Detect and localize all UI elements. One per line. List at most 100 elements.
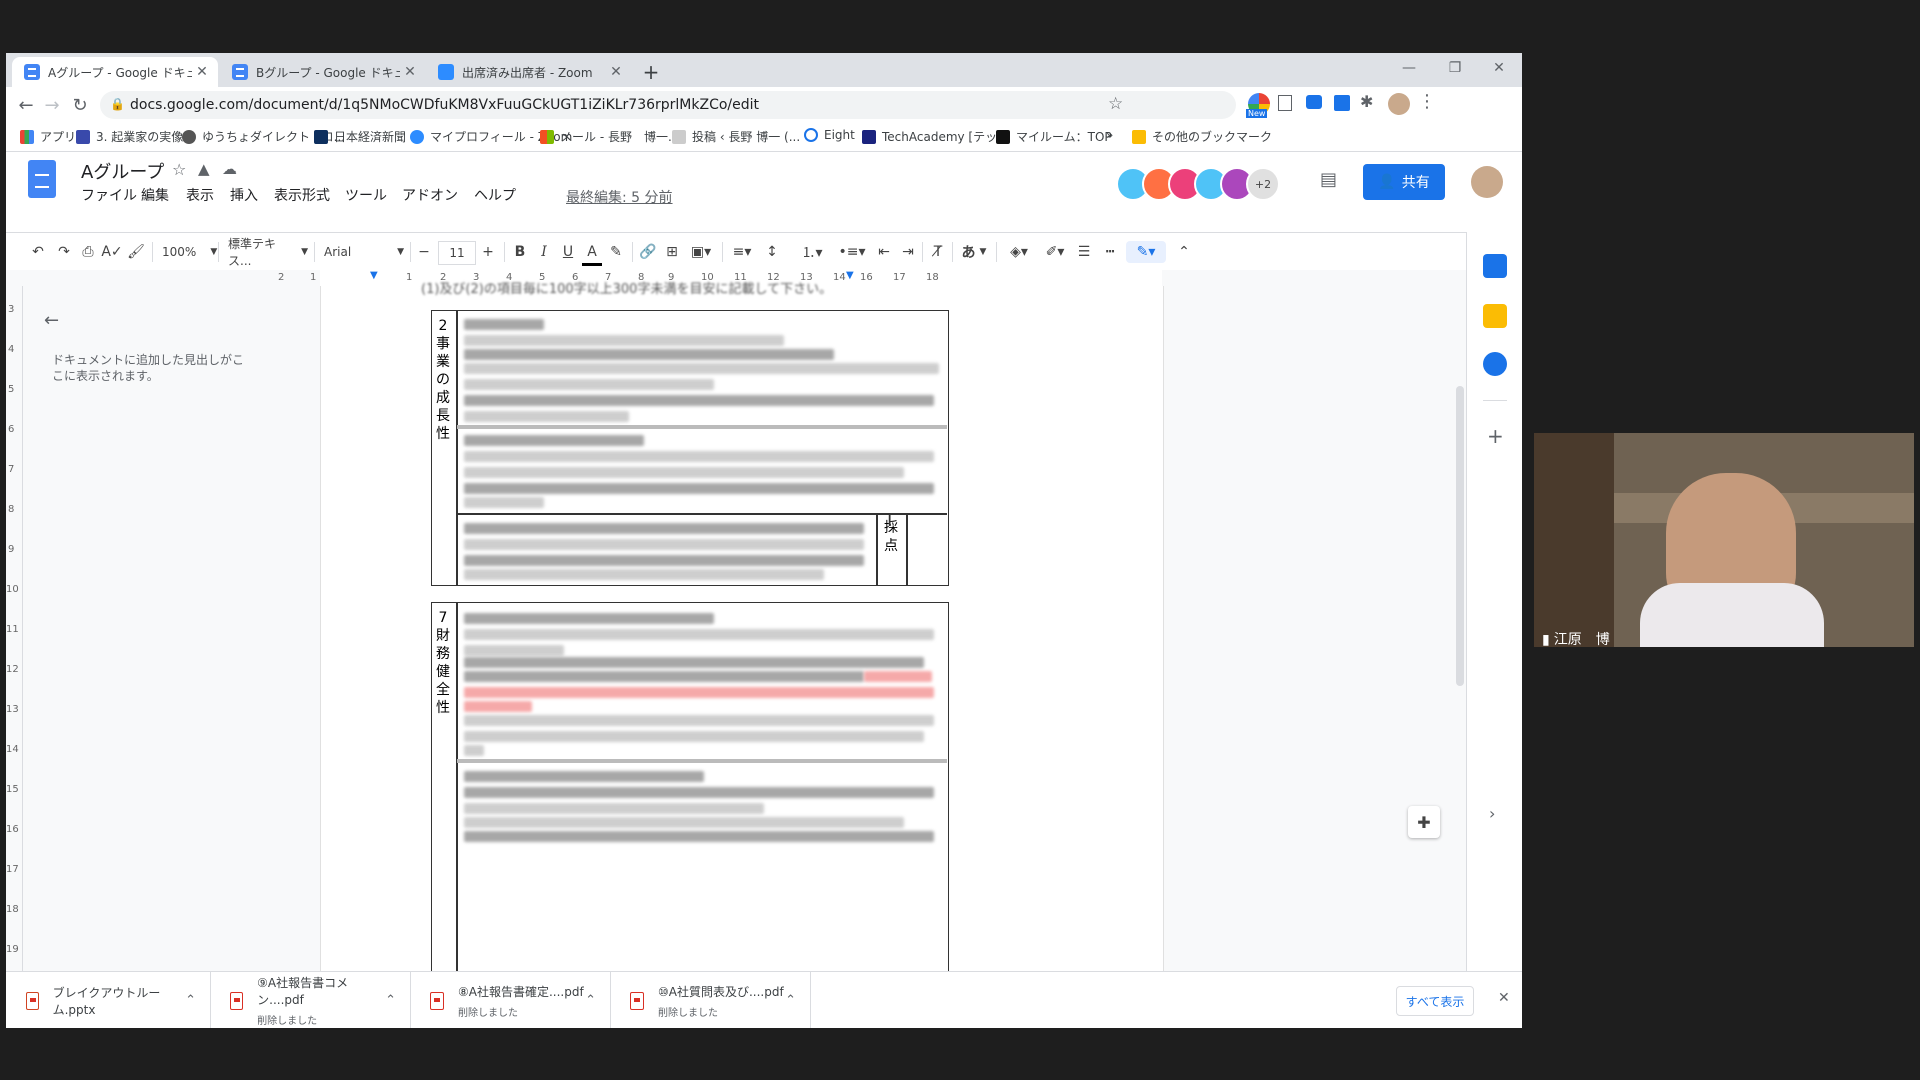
right-indent-marker[interactable]: ▼ — [846, 270, 854, 281]
menu-format[interactable]: 表示形式 — [274, 185, 330, 205]
border-dash-icon[interactable]: ┅ — [1100, 241, 1120, 263]
print-icon[interactable]: ⎙ — [78, 241, 98, 263]
star-icon[interactable]: ☆ — [1108, 94, 1123, 114]
profile-avatar[interactable] — [1388, 93, 1410, 115]
puzzle-icon[interactable]: ✱ — [1360, 92, 1373, 111]
tab-agroup-doc[interactable]: Aグループ - Google ドキュメント ✕ — [12, 57, 218, 87]
docs-logo-icon[interactable] — [28, 160, 56, 198]
italic-icon[interactable]: I — [534, 241, 554, 263]
close-icon[interactable]: ✕ — [606, 64, 626, 80]
close-icon[interactable]: ✕ — [192, 64, 212, 80]
show-all-button[interactable]: すべて表示 — [1396, 986, 1474, 1016]
chevron-up-icon[interactable]: ⌃ — [585, 993, 596, 1008]
comment-icon[interactable]: ▤ — [1320, 169, 1337, 190]
bulleted-list-icon[interactable]: •≡▾ — [836, 241, 868, 263]
bookmark-item[interactable]: TechAcademy [テッ... — [862, 128, 1009, 145]
menu-tools[interactable]: ツール — [345, 185, 387, 205]
chevron-up-icon[interactable]: ⌃ — [185, 993, 196, 1008]
border-width-icon[interactable]: ☰ — [1074, 241, 1094, 263]
redo-icon[interactable]: ↷ — [54, 241, 74, 263]
align-icon[interactable]: ≡▾ — [728, 241, 756, 263]
reader-extension-icon[interactable] — [1278, 95, 1292, 111]
new-tab-button[interactable]: + — [636, 57, 666, 87]
increase-indent-icon[interactable]: ⇥ — [898, 241, 918, 263]
other-bookmarks[interactable]: その他のブックマーク — [1132, 128, 1272, 145]
bookmark-apps[interactable]: アプリ — [20, 128, 76, 145]
highlight-icon[interactable]: ✎ — [606, 241, 626, 263]
download-item[interactable]: ブレイクアウトルーム.pptx ⌃ — [6, 972, 211, 1028]
download-item[interactable]: ⑨A社報告書コメン....pdf 削除しました ⌃ — [210, 972, 411, 1028]
tab-zoom[interactable]: 出席済み出席者 - Zoom ✕ — [426, 57, 632, 87]
participant-video[interactable]: ▮ 江原 博 — [1534, 433, 1914, 647]
increase-font-button[interactable]: + — [478, 241, 498, 263]
url-text[interactable]: docs.google.com/document/d/1q5NMoCWDfuKM… — [130, 97, 759, 113]
undo-icon[interactable]: ↶ — [28, 241, 48, 263]
insert-image-icon[interactable]: ▣▾ — [686, 241, 716, 263]
add-comment-icon[interactable]: ⊞ — [662, 241, 682, 263]
editing-mode-button[interactable]: ✎▾ — [1126, 241, 1166, 263]
underline-icon[interactable]: U — [558, 241, 578, 263]
zoom-select[interactable]: 100% ▼ — [162, 241, 217, 263]
bookmark-item[interactable]: メール - 長野 博一... — [540, 128, 679, 145]
last-edit-link[interactable]: 最終編集: 5 分前 — [566, 187, 673, 207]
cloud-icon[interactable]: ☁ — [222, 160, 237, 178]
expand-panel-icon[interactable]: › — [1489, 804, 1495, 823]
menu-edit[interactable]: 編集 — [141, 185, 169, 205]
bookmark-item[interactable]: 3. 起業家の実像 — [76, 128, 183, 145]
forward-button[interactable]: → — [40, 93, 64, 117]
numbered-list-icon[interactable]: ⒈▾ — [796, 241, 828, 263]
restore-button[interactable]: ❐ — [1432, 53, 1478, 83]
clear-formatting-icon[interactable]: T̸ — [928, 241, 948, 263]
spellcheck-icon[interactable]: A✓ — [101, 241, 122, 263]
close-icon[interactable]: ✕ — [400, 64, 420, 80]
left-indent-marker[interactable]: ▼ — [370, 270, 378, 281]
line-spacing-icon[interactable]: ↕ — [762, 241, 782, 263]
font-size-input[interactable]: 11 — [438, 241, 476, 265]
omnibox[interactable]: 🔒 docs.google.com/document/d/1q5NMoCWDfu… — [100, 91, 1236, 119]
score-cell[interactable] — [905, 564, 947, 585]
outlook-extension-icon[interactable] — [1306, 95, 1322, 109]
download-item[interactable]: ⑧A社報告書確定....pdf 削除しました ⌃ — [410, 972, 611, 1028]
tab-bgroup-doc[interactable]: Bグループ - Google ドキュメント ✕ — [220, 57, 426, 87]
font-select[interactable]: Arial ▼ — [324, 241, 404, 263]
tasks-icon[interactable] — [1483, 352, 1507, 376]
border-color-icon[interactable]: ✐▾ — [1040, 241, 1070, 263]
download-item[interactable]: ⑩A社質問表及び....pdf 削除しました ⌃ — [610, 972, 811, 1028]
decrease-indent-icon[interactable]: ⇤ — [874, 241, 894, 263]
bookmarks-overflow[interactable]: » — [1106, 128, 1113, 142]
menu-insert[interactable]: 挿入 — [230, 185, 258, 205]
input-tools-button[interactable]: あ ▼ — [958, 241, 990, 263]
scrollbar-thumb[interactable] — [1456, 386, 1464, 686]
bold-icon[interactable]: B — [510, 241, 530, 263]
star-icon[interactable]: ☆ — [172, 160, 186, 179]
add-addon-icon[interactable]: + — [1487, 424, 1504, 448]
minimize-button[interactable]: — — [1386, 53, 1432, 83]
account-avatar[interactable] — [1471, 166, 1503, 198]
window-close-button[interactable]: ✕ — [1476, 53, 1522, 83]
more-collaborators[interactable]: +2 — [1246, 167, 1280, 201]
menu-help[interactable]: ヘルプ — [474, 185, 516, 205]
share-button[interactable]: 👤 共有 — [1363, 164, 1445, 200]
back-button[interactable]: ← — [14, 93, 38, 117]
paint-format-icon[interactable]: 🖌 — [126, 241, 146, 263]
bookmark-item[interactable]: マイルーム：TOP — [996, 128, 1112, 145]
text-color-icon[interactable]: A — [582, 241, 602, 266]
kebab-menu-icon[interactable]: ⋮ — [1418, 91, 1436, 112]
chevron-up-icon[interactable]: ⌃ — [385, 993, 396, 1008]
calendar-icon[interactable] — [1483, 254, 1507, 278]
link-icon[interactable]: 🔗 — [638, 241, 658, 263]
collapse-toolbar-icon[interactable]: ⌃ — [1174, 241, 1194, 263]
keep-icon[interactable] — [1483, 304, 1507, 328]
close-download-bar-icon[interactable]: ✕ — [1498, 990, 1510, 1006]
chevron-up-icon[interactable]: ⌃ — [785, 993, 796, 1008]
move-icon[interactable]: ▲ — [198, 160, 210, 178]
explore-button[interactable]: ✚ — [1408, 806, 1440, 838]
style-select[interactable]: 標準テキス... ▼ — [228, 237, 308, 268]
reload-button[interactable]: ↻ — [68, 93, 92, 117]
back-arrow-icon[interactable]: ← — [44, 310, 59, 331]
bookmark-item[interactable]: Eight — [804, 128, 855, 142]
decrease-font-button[interactable]: − — [414, 241, 434, 263]
bookmark-item[interactable]: 日本経済新聞 — [314, 128, 406, 145]
menu-addons[interactable]: アドオン — [402, 185, 458, 205]
menu-view[interactable]: 表示 — [186, 185, 214, 205]
